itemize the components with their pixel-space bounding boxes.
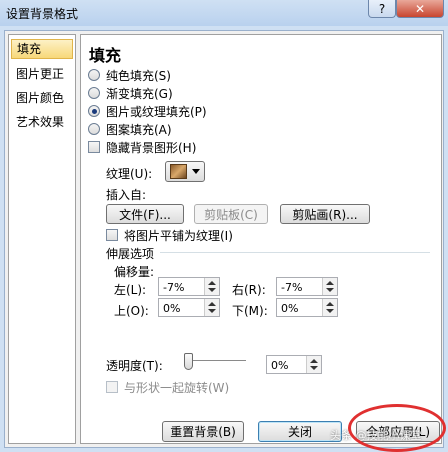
arrow-up-icon [310,359,318,363]
picture-texture-fill-radio[interactable] [88,105,100,117]
close-window-button[interactable]: ✕ [396,0,444,18]
picture-texture-fill-label: 图片或纹理填充(P) [106,105,207,119]
clipboard-button[interactable]: 剪贴板(C) [194,204,268,224]
category-list: 填充 图片更正 图片颜色 艺术效果 [8,34,76,444]
offset-top-label: 上(O): [114,304,149,318]
chevron-down-icon [192,169,200,174]
spin-arrows[interactable] [306,356,321,373]
arrow-down-icon [208,288,216,292]
texture-label: 纹理(U): [106,167,153,181]
spin-arrows[interactable] [322,299,337,316]
gradient-fill-radio[interactable] [88,87,100,99]
offset-left-label: 左(L): [114,283,147,297]
hide-background-graphics-checkbox[interactable] [88,141,100,153]
stretch-options-label: 伸展选项 [106,247,155,261]
offset-left-value: -7% [163,281,185,294]
offset-label: 偏移量: [114,265,155,279]
offset-top-stepper[interactable]: 0% [158,298,220,317]
offset-top-value: 0% [163,302,181,315]
arrow-up-icon [208,281,216,285]
group-divider [160,252,430,253]
highlight-circle [348,404,446,452]
transparency-stepper[interactable]: 0% [266,355,322,374]
arrow-down-icon [326,288,334,292]
sidebar-item-artistic-effects[interactable]: 艺术效果 [9,112,75,132]
rotate-with-shape-label: 与形状一起旋转(W) [124,381,230,395]
texture-swatch-icon [170,164,187,179]
pattern-fill-radio[interactable] [88,123,100,135]
arrow-down-icon [326,309,334,313]
arrow-up-icon [208,302,216,306]
sidebar-item-picture-color[interactable]: 图片颜色 [9,88,75,108]
offset-bottom-stepper[interactable]: 0% [276,298,338,317]
offset-left-stepper[interactable]: -7% [158,277,220,296]
transparency-label: 透明度(T): [106,359,163,373]
reset-background-button[interactable]: 重置背景(B) [162,421,244,442]
pattern-fill-label: 图案填充(A) [106,123,172,137]
sidebar-item-fill[interactable]: 填充 [11,39,73,59]
arrow-down-icon [208,309,216,313]
file-button[interactable]: 文件(F)... [106,204,184,224]
arrow-up-icon [326,281,334,285]
arrow-down-icon [310,366,318,370]
transparency-slider-track[interactable] [188,360,246,362]
clip-art-button[interactable]: 剪贴画(R)... [280,204,370,224]
offset-right-stepper[interactable]: -7% [276,277,338,296]
spin-arrows[interactable] [204,278,219,295]
sidebar-item-picture-corrections[interactable]: 图片更正 [9,64,75,84]
section-heading: 填充 [89,46,122,65]
texture-dropdown[interactable] [165,161,205,182]
offset-right-value: -7% [281,281,303,294]
solid-fill-label: 纯色填充(S) [106,69,171,83]
help-button[interactable]: ? [368,0,396,18]
offset-bottom-label: 下(M): [232,304,268,318]
spin-arrows[interactable] [322,278,337,295]
arrow-up-icon [326,302,334,306]
rotate-with-shape-checkbox[interactable] [106,381,118,393]
solid-fill-radio[interactable] [88,69,100,81]
offset-right-label: 右(R): [232,283,266,297]
gradient-fill-label: 渐变填充(G) [106,87,173,101]
hide-background-graphics-label: 隐藏背景图形(H) [106,141,197,155]
tile-picture-label: 将图片平铺为纹理(I) [124,229,233,243]
tile-picture-checkbox[interactable] [106,229,118,241]
offset-bottom-value: 0% [281,302,299,315]
transparency-value: 0% [271,359,289,372]
insert-from-label: 插入自: [106,188,147,202]
dialog-title: 设置背景格式 [6,7,79,21]
transparency-slider-thumb[interactable] [184,353,193,370]
spin-arrows[interactable] [204,299,219,316]
